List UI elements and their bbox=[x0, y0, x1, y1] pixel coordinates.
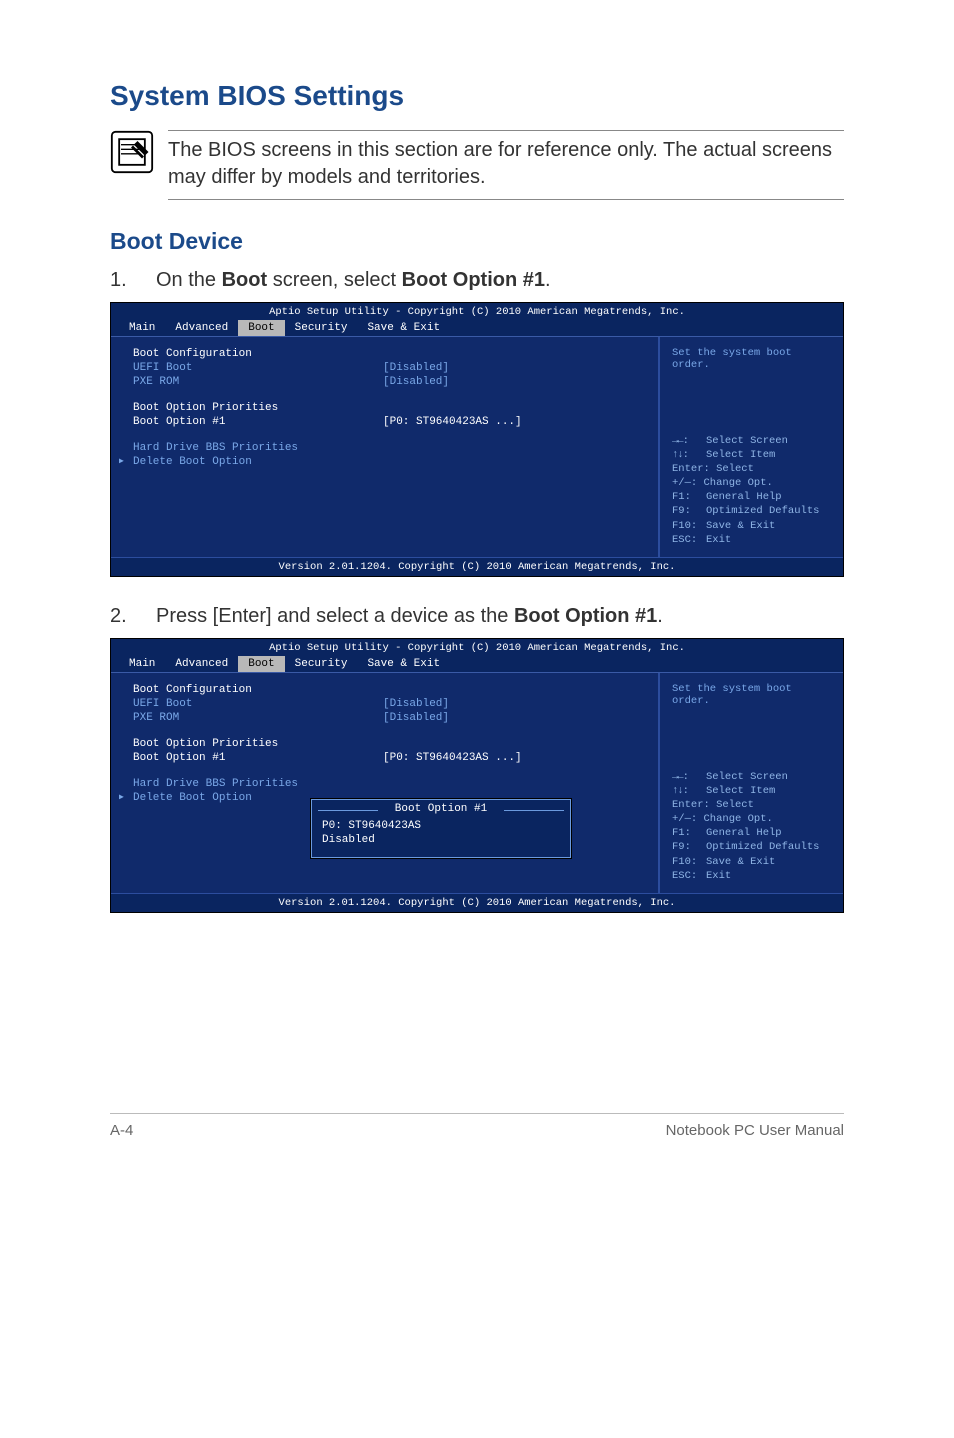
bios-left-panel: Boot Configuration UEFI Boot [Disabled] … bbox=[111, 337, 659, 557]
tab-boot[interactable]: Boot bbox=[238, 320, 284, 336]
popup-title: Boot Option #1 bbox=[312, 800, 570, 817]
tab-security[interactable]: Security bbox=[285, 656, 358, 672]
step-number: 2. bbox=[110, 605, 132, 628]
bios-header: Aptio Setup Utility - Copyright (C) 2010… bbox=[111, 303, 843, 320]
bios-right-panel: Set the system boot order. →←:Select Scr… bbox=[659, 673, 843, 893]
bios-footer: Version 2.01.1204. Copyright (C) 2010 Am… bbox=[111, 557, 843, 576]
step-1: 1. On the Boot screen, select Boot Optio… bbox=[110, 269, 844, 292]
page-footer: A-4 Notebook PC User Manual bbox=[110, 1113, 844, 1139]
boot-device-heading: Boot Device bbox=[110, 228, 844, 255]
boot-option-priorities-label: Boot Option Priorities bbox=[133, 737, 644, 751]
uefi-boot-value[interactable]: [Disabled] bbox=[383, 361, 449, 375]
hdd-bbs-priorities[interactable]: Hard Drive BBS Priorities bbox=[133, 777, 644, 791]
bios-help-keys: →←:Select Screen ↑↓:Select Item Enter: S… bbox=[672, 770, 831, 883]
boot-option-1-label[interactable]: Boot Option #1 bbox=[133, 415, 383, 429]
page-number: A-4 bbox=[110, 1122, 133, 1139]
tab-main[interactable]: Main bbox=[119, 656, 165, 672]
step-text: Press [Enter] and select a device as the… bbox=[156, 605, 663, 628]
bios-help-description: Set the system boot order. bbox=[672, 347, 831, 371]
tab-security[interactable]: Security bbox=[285, 320, 358, 336]
boot-option-priorities-label: Boot Option Priorities bbox=[133, 401, 644, 415]
boot-option-popup: Boot Option #1 P0: ST9640423AS Disabled bbox=[311, 799, 571, 858]
tab-advanced[interactable]: Advanced bbox=[165, 320, 238, 336]
boot-option-1-value[interactable]: [P0: ST9640423AS ...] bbox=[383, 751, 522, 765]
boot-option-1-value[interactable]: [P0: ST9640423AS ...] bbox=[383, 415, 522, 429]
hdd-bbs-priorities[interactable]: Hard Drive BBS Priorities bbox=[133, 441, 644, 455]
bios-footer: Version 2.01.1204. Copyright (C) 2010 Am… bbox=[111, 893, 843, 912]
pxe-rom-label[interactable]: PXE ROM bbox=[133, 711, 383, 725]
note-icon bbox=[110, 130, 154, 174]
boot-option-1-label[interactable]: Boot Option #1 bbox=[133, 751, 383, 765]
step-2: 2. Press [Enter] and select a device as … bbox=[110, 605, 844, 628]
tab-advanced[interactable]: Advanced bbox=[165, 656, 238, 672]
note-callout: The BIOS screens in this section are for… bbox=[110, 130, 844, 200]
bios-screenshot-1: Aptio Setup Utility - Copyright (C) 2010… bbox=[110, 302, 844, 577]
note-text: The BIOS screens in this section are for… bbox=[168, 130, 844, 200]
boot-configuration-label: Boot Configuration bbox=[133, 347, 644, 361]
tab-save-exit[interactable]: Save & Exit bbox=[357, 320, 450, 336]
uefi-boot-label[interactable]: UEFI Boot bbox=[133, 361, 383, 375]
popup-item-st9640423as[interactable]: P0: ST9640423AS bbox=[322, 819, 560, 833]
delete-boot-option[interactable]: Delete Boot Option bbox=[133, 455, 644, 469]
bios-left-panel: Boot Configuration UEFI Boot [Disabled] … bbox=[111, 673, 659, 893]
pxe-rom-value[interactable]: [Disabled] bbox=[383, 375, 449, 389]
page-title: System BIOS Settings bbox=[110, 80, 844, 112]
manual-title: Notebook PC User Manual bbox=[666, 1122, 844, 1139]
boot-configuration-label: Boot Configuration bbox=[133, 683, 644, 697]
popup-item-disabled[interactable]: Disabled bbox=[322, 833, 560, 847]
bios-right-panel: Set the system boot order. →←:Select Scr… bbox=[659, 337, 843, 557]
bios-tabs: Main Advanced Boot Security Save & Exit bbox=[111, 656, 843, 673]
bios-screenshot-2: Aptio Setup Utility - Copyright (C) 2010… bbox=[110, 638, 844, 913]
bios-tabs: Main Advanced Boot Security Save & Exit bbox=[111, 320, 843, 337]
tab-save-exit[interactable]: Save & Exit bbox=[357, 656, 450, 672]
bios-help-keys: →←:Select Screen ↑↓:Select Item Enter: S… bbox=[672, 434, 831, 547]
uefi-boot-label[interactable]: UEFI Boot bbox=[133, 697, 383, 711]
pxe-rom-value[interactable]: [Disabled] bbox=[383, 711, 449, 725]
bios-header: Aptio Setup Utility - Copyright (C) 2010… bbox=[111, 639, 843, 656]
bios-help-description: Set the system boot order. bbox=[672, 683, 831, 707]
tab-main[interactable]: Main bbox=[119, 320, 165, 336]
step-number: 1. bbox=[110, 269, 132, 292]
tab-boot[interactable]: Boot bbox=[238, 656, 284, 672]
uefi-boot-value[interactable]: [Disabled] bbox=[383, 697, 449, 711]
step-text: On the Boot screen, select Boot Option #… bbox=[156, 269, 551, 292]
pxe-rom-label[interactable]: PXE ROM bbox=[133, 375, 383, 389]
